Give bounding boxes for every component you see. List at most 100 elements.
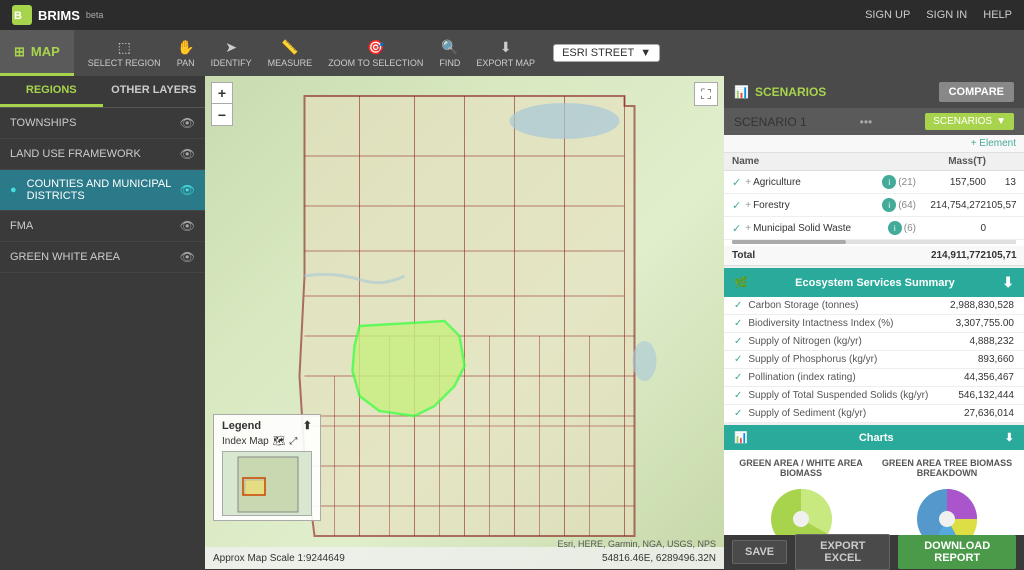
element-row-forestry[interactable]: ✓ + Forestry i (64) 214,754,272 105,57 [724, 194, 1024, 217]
pan-icon: ✋ [177, 38, 195, 56]
ecosystem-services-header[interactable]: 🌿 Ecosystem Services Summary ⬇ [724, 268, 1024, 297]
signin-link[interactable]: SIGN IN [926, 9, 967, 21]
identify-button[interactable]: ➤ IDENTIFY [205, 36, 258, 70]
layer-name-gwa: GREEN WHITE AREA [10, 251, 120, 263]
bottom-action-bar: SAVE EXPORT EXCEL DOWNLOAD REPORT [724, 535, 1024, 569]
zoom-selection-icon: 🎯 [367, 38, 385, 56]
plus-forestry: + [745, 200, 751, 211]
basemap-selector[interactable]: ESRI STREET ▼ [553, 44, 660, 62]
export-excel-button[interactable]: EXPORT EXCEL [795, 534, 890, 569]
signup-link[interactable]: SIGN UP [865, 9, 910, 21]
eco-check-tss: ✓ [734, 390, 742, 401]
map-zoom-controls: + − [211, 82, 233, 126]
find-button[interactable]: 🔍 FIND [433, 36, 466, 70]
scenarios-dropdown-button[interactable]: SCENARIOS ▼ [925, 113, 1014, 130]
ecosystem-rows: ✓ Carbon Storage (tonnes) 2,988,830,528 … [724, 297, 1024, 423]
index-map-icon1[interactable]: 🗺 [273, 436, 286, 447]
pan-button[interactable]: ✋ PAN [171, 36, 201, 70]
zoom-out-button[interactable]: − [211, 104, 233, 126]
brims-logo-icon: B [12, 5, 32, 25]
element-row-agriculture[interactable]: ✓ + Agriculture i (21) 157,500 13 [724, 171, 1024, 194]
basemap-chevron-icon: ▼ [640, 47, 651, 59]
layer-item-townships[interactable]: TOWNSHIPS 👁 [0, 108, 205, 139]
index-map-icon2[interactable]: ⤢ [289, 436, 297, 447]
visibility-icon-townships[interactable]: 👁 [180, 116, 195, 130]
eco-name-carbon: Carbon Storage (tonnes) [748, 300, 950, 311]
eco-value-carbon: 2,988,830,528 [950, 300, 1014, 311]
eco-row-nitrogen: ✓ Supply of Nitrogen (kg/yr) 4,888,232 [724, 333, 1024, 351]
eco-value-sediment: 27,636,014 [964, 408, 1014, 419]
map-tab[interactable]: ⊞ MAP [0, 30, 74, 76]
count-forestry: (64) [898, 200, 916, 211]
download-report-button[interactable]: DOWNLOAD REPORT [898, 535, 1016, 569]
scenarios-btn-label: SCENARIOS [933, 116, 992, 127]
add-element-button[interactable]: + Element [971, 138, 1016, 149]
eco-check-sediment: ✓ [734, 408, 742, 419]
map-area[interactable]: + − ⛶ Legend ⬆ Index Map 🗺 ⤢ [205, 76, 724, 569]
eco-name-biodiversity: Biodiversity Intactness Index (%) [748, 318, 955, 329]
eco-check-phosphorus: ✓ [734, 354, 742, 365]
element-name-msw: Municipal Solid Waste [753, 223, 886, 234]
map-scale-label: Approx Map Scale 1:9244649 [213, 553, 345, 564]
ecosystem-collapse-button[interactable]: ⬇ [1002, 274, 1014, 291]
layer-tabs: REGIONS OTHER LAYERS [0, 76, 205, 108]
info-forestry-button[interactable]: i [882, 198, 896, 212]
zoom-in-button[interactable]: + [211, 82, 233, 104]
tab-other-layers[interactable]: OTHER LAYERS [103, 76, 206, 107]
legend-title: Legend ⬆ [222, 419, 312, 432]
map-top-controls: ⛶ [694, 82, 718, 106]
basemap-label: ESRI STREET [562, 47, 634, 59]
tab-regions[interactable]: REGIONS [0, 76, 103, 107]
select-region-icon: ⬚ [115, 38, 133, 56]
element-section: + Element Name Mass(T) ✓ + Agriculture i… [724, 135, 1024, 266]
eco-name-pollination: Pollination (index rating) [748, 372, 964, 383]
plus-agriculture: + [745, 177, 751, 188]
fullscreen-button[interactable]: ⛶ [694, 82, 718, 106]
num-agriculture: 13 [986, 177, 1016, 188]
visibility-icon-counties[interactable]: 👁 [180, 183, 195, 197]
select-region-button[interactable]: ⬚ SELECT REGION [82, 36, 167, 70]
eco-name-sediment: Supply of Sediment (kg/yr) [748, 408, 964, 419]
total-mass: 214,911,772 [916, 250, 986, 261]
total-label: Total [732, 250, 916, 261]
visibility-icon-luf[interactable]: 👁 [180, 147, 195, 161]
chart-tree-biomass-label: GREEN AREA TREE BIOMASS BREAKDOWN [878, 458, 1016, 478]
map-tab-label: MAP [31, 44, 60, 59]
save-button[interactable]: SAVE [732, 540, 787, 564]
compare-button[interactable]: COMPARE [939, 82, 1014, 102]
count-msw: (6) [904, 223, 916, 234]
layer-name-luf: LAND USE FRAMEWORK [10, 148, 141, 160]
charts-header[interactable]: 📊 Charts ⬇ [724, 425, 1024, 450]
num-forestry: 105,57 [986, 200, 1016, 211]
layer-item-luf[interactable]: LAND USE FRAMEWORK 👁 [0, 139, 205, 170]
toolbar-tools: ⬚ SELECT REGION ✋ PAN ➤ IDENTIFY 📏 MEASU… [74, 36, 1024, 70]
map-coords: 54816.46E, 6289496.32N [602, 553, 716, 564]
measure-button[interactable]: 📏 MEASURE [262, 36, 319, 70]
visibility-icon-gwa[interactable]: 👁 [180, 250, 195, 264]
help-link[interactable]: HELP [983, 9, 1012, 21]
check-agriculture: ✓ [732, 176, 741, 189]
info-agriculture-button[interactable]: i [882, 175, 896, 189]
zoom-to-selection-button[interactable]: 🎯 ZOOM TO SELECTION [322, 36, 429, 70]
eco-row-phosphorus: ✓ Supply of Phosphorus (kg/yr) 893,660 [724, 351, 1024, 369]
visibility-icon-fma[interactable]: 👁 [180, 219, 195, 233]
layer-list: TOWNSHIPS 👁 LAND USE FRAMEWORK 👁 ● COUNT… [0, 108, 205, 569]
eco-name-tss: Supply of Total Suspended Solids (kg/yr) [748, 390, 958, 401]
charts-collapse-button[interactable]: ⬇ [1005, 431, 1014, 444]
element-row-msw[interactable]: ✓ + Municipal Solid Waste i (6) 0 [724, 217, 1024, 240]
scenarios-title: 📊 SCENARIOS [734, 85, 826, 99]
info-msw-button[interactable]: i [888, 221, 902, 235]
layer-item-gwa[interactable]: GREEN WHITE AREA 👁 [0, 242, 205, 273]
toolbar: ⊞ MAP ⬚ SELECT REGION ✋ PAN ➤ IDENTIFY 📏… [0, 30, 1024, 76]
plus-msw: + [745, 223, 751, 234]
identify-icon: ➤ [222, 38, 240, 56]
element-name-agriculture: Agriculture [753, 177, 880, 188]
export-map-button[interactable]: ⬇ EXPORT MAP [470, 36, 541, 70]
eco-value-tss: 546,132,444 [958, 390, 1014, 401]
map-bottom-bar: Approx Map Scale 1:9244649 54816.46E, 62… [205, 547, 724, 569]
layer-item-counties[interactable]: ● COUNTIES AND MUNICIPAL DISTRICTS 👁 [0, 170, 205, 211]
scenario-options-icon[interactable]: ••• [860, 115, 873, 129]
layer-item-fma[interactable]: FMA 👁 [0, 211, 205, 242]
legend-collapse-icon[interactable]: ⬆ [303, 419, 312, 432]
map-attribution: Esri, HERE, Garmin, NGA, USGS, NPS [557, 539, 716, 549]
